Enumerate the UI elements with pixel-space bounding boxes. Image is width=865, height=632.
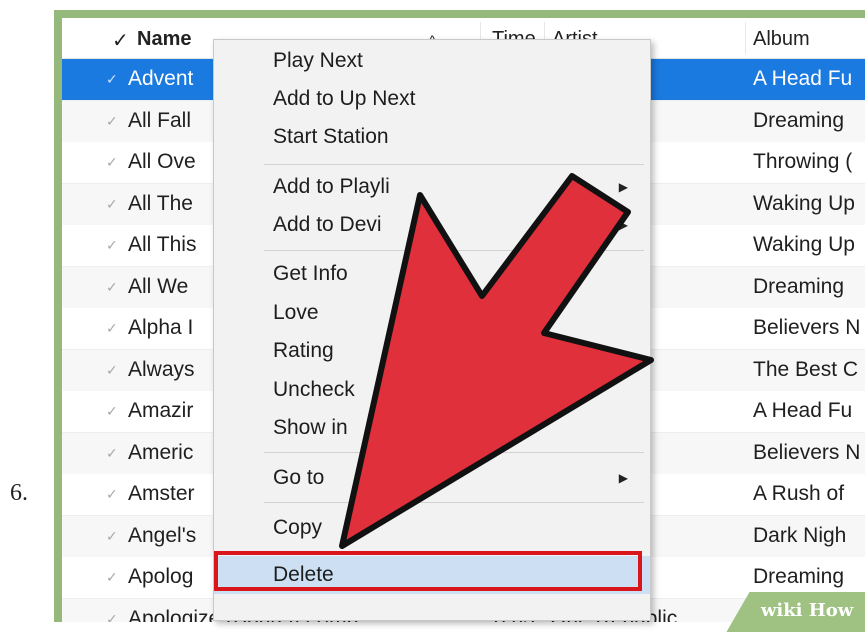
wikihow-watermark: wiki How	[726, 592, 865, 632]
pointer-arrow-icon	[339, 173, 654, 549]
arrow-shape	[339, 173, 654, 549]
